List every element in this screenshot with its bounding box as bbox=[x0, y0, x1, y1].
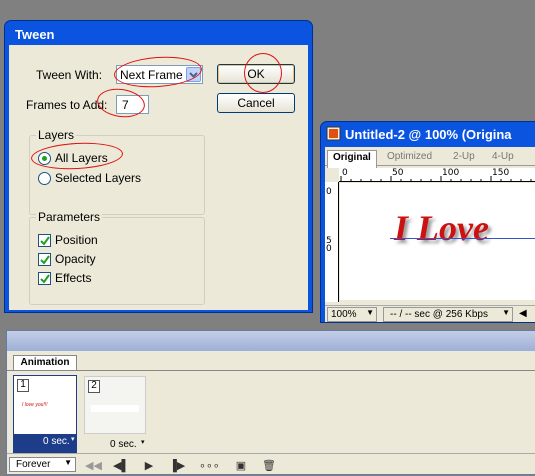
selected-layers-radio[interactable] bbox=[38, 172, 51, 185]
image-window-body: Original Optimized 2-Up 4-Up 0 50 100 15… bbox=[325, 147, 535, 322]
checkmark-icon bbox=[40, 255, 50, 265]
chevron-down-icon: ▼ bbox=[366, 308, 374, 317]
tab-divider bbox=[7, 370, 535, 371]
next-frame-icon[interactable]: ▐▶ bbox=[169, 459, 185, 473]
ruler-horizontal: 0 50 100 150 bbox=[339, 168, 535, 182]
ruler-ticks bbox=[340, 176, 532, 182]
thumbnail-text bbox=[91, 405, 139, 412]
fireworks-document-icon bbox=[326, 126, 341, 141]
animation-controls: Forever ▼ ◀◀ ◀▌ ▶ ▐▶ ∘∘∘ ▣ 🗑 bbox=[7, 453, 535, 476]
tab-optimized[interactable]: Optimized bbox=[382, 150, 437, 167]
animation-panel: Animation 1 I love you!!! 0 sec. ▾ 2 0 s… bbox=[6, 330, 535, 475]
checkmark-icon bbox=[40, 236, 50, 246]
loop-value: Forever bbox=[16, 459, 51, 470]
chevron-down-icon: ▼ bbox=[502, 308, 510, 317]
trash-icon[interactable]: 🗑 bbox=[261, 459, 277, 473]
zoom-select[interactable]: 100% ▼ bbox=[327, 307, 377, 322]
image-window: Untitled-2 @ 100% (Origina Original Opti… bbox=[320, 121, 535, 323]
dialog-title: Tween bbox=[15, 27, 55, 42]
speed-value: -- / -- sec @ 256 Kbps bbox=[390, 309, 488, 320]
annotation-circle-ok bbox=[244, 53, 282, 93]
cancel-button[interactable]: Cancel bbox=[217, 93, 295, 113]
loop-select[interactable]: Forever ▼ bbox=[9, 457, 76, 472]
ruler-label: 5 0 bbox=[326, 236, 332, 254]
effects-checkbox[interactable] bbox=[38, 272, 51, 285]
frame-delay[interactable]: 0 sec. bbox=[110, 439, 137, 450]
document-canvas[interactable]: I Love bbox=[340, 183, 535, 300]
dialog-body: Tween With: Next Frame Frames to Add: 7 … bbox=[9, 45, 308, 310]
opacity-checkbox[interactable] bbox=[38, 253, 51, 266]
annotation-circle-frames bbox=[95, 85, 147, 121]
tween-with-label: Tween With: bbox=[36, 68, 103, 82]
tab-original[interactable]: Original bbox=[327, 150, 377, 168]
download-speed-select[interactable]: -- / -- sec @ 256 Kbps ▼ bbox=[383, 307, 513, 322]
position-checkbox[interactable] bbox=[38, 234, 51, 247]
parameters-group: Parameters Position Opacity Effects bbox=[29, 210, 205, 305]
annotation-circle-tween-with bbox=[113, 53, 203, 91]
tab-2-up[interactable]: 2-Up bbox=[448, 150, 480, 167]
image-window-title: Untitled-2 @ 100% (Origina bbox=[345, 127, 512, 142]
frame-thumbnail: 2 bbox=[84, 376, 146, 434]
tween-icon[interactable]: ∘∘∘ bbox=[199, 459, 220, 473]
tab-4-up[interactable]: 4-Up bbox=[487, 150, 519, 167]
chevron-down-icon: ▾ bbox=[141, 439, 145, 446]
tab-animation[interactable]: Animation bbox=[13, 355, 77, 370]
zoom-value: 100% bbox=[331, 309, 357, 320]
play-preview-icon[interactable]: ◀ bbox=[519, 308, 527, 319]
tween-dialog: Tween Tween With: Next Frame Frames to A… bbox=[4, 20, 313, 313]
frame-thumbnail: 1 I love you!!! bbox=[14, 376, 76, 434]
opacity-label[interactable]: Opacity bbox=[55, 252, 96, 266]
first-frame-icon[interactable]: ◀◀ bbox=[85, 459, 102, 473]
parameters-group-title: Parameters bbox=[36, 210, 103, 224]
thumbnail-text: I love you!!! bbox=[22, 402, 48, 408]
selected-layers-label[interactable]: Selected Layers bbox=[55, 171, 141, 185]
chevron-down-icon: ▼ bbox=[64, 458, 72, 467]
view-tabs: Original Optimized 2-Up 4-Up bbox=[325, 149, 535, 168]
duplicate-frame-icon[interactable]: ▣ bbox=[233, 459, 249, 473]
ruler-vertical: 0 5 0 bbox=[325, 182, 339, 302]
canvas-text: I Love bbox=[394, 208, 489, 248]
ruler-label: 0 bbox=[326, 187, 332, 197]
frame-delay[interactable]: 0 sec. bbox=[43, 436, 70, 447]
position-label[interactable]: Position bbox=[55, 233, 98, 247]
layers-group-title: Layers bbox=[36, 128, 77, 142]
play-icon[interactable]: ▶ bbox=[141, 459, 157, 473]
frame-number: 2 bbox=[88, 380, 100, 393]
frame-cell-2[interactable]: 2 0 sec. ▾ bbox=[83, 375, 147, 453]
frame-cell-1[interactable]: 1 I love you!!! 0 sec. ▾ bbox=[13, 375, 77, 453]
frame-number: 1 bbox=[17, 379, 29, 392]
selection-guide bbox=[390, 238, 535, 239]
chevron-down-icon: ▾ bbox=[71, 436, 75, 443]
effects-label[interactable]: Effects bbox=[55, 271, 91, 285]
panel-titlebar bbox=[7, 331, 535, 351]
checkmark-icon bbox=[40, 274, 50, 284]
previous-frame-icon[interactable]: ◀▌ bbox=[113, 459, 129, 473]
image-status-bar: 100% ▼ -- / -- sec @ 256 Kbps ▼ ◀ bbox=[325, 305, 535, 322]
frames-to-add-label: Frames to Add: bbox=[26, 98, 108, 112]
